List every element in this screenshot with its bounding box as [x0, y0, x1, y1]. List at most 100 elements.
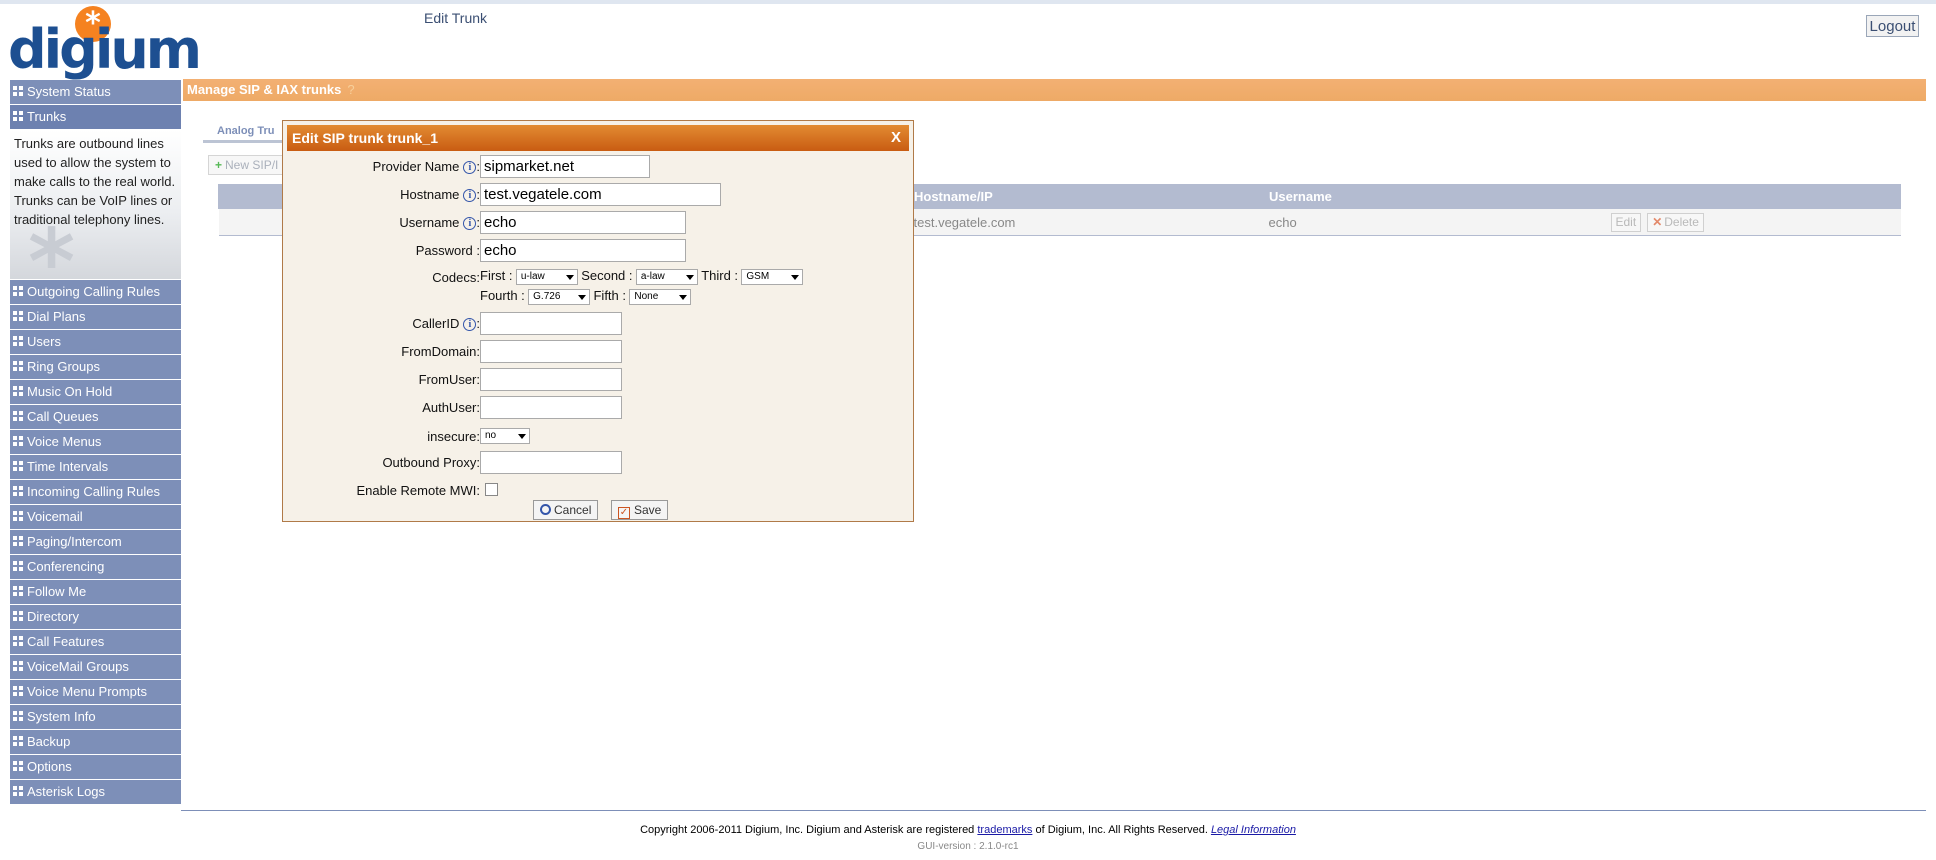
edit-sip-trunk-dialog: Edit SIP trunk trunk_1 X Provider Name i:…	[282, 120, 914, 522]
trademarks-link[interactable]: trademarks	[977, 824, 1032, 836]
logout-button[interactable]: Logout	[1866, 15, 1919, 37]
cancel-button[interactable]: Cancel	[533, 500, 599, 520]
sidebar-item-system-info[interactable]: System Info	[10, 705, 181, 730]
sidebar-item-voicemail-groups[interactable]: VoiceMail Groups	[10, 655, 181, 680]
sidebar-item-label: Options	[27, 759, 72, 774]
sidebar-item-label: Trunks	[27, 109, 67, 124]
sidebar-item-dial-plans[interactable]: Dial Plans	[10, 305, 181, 330]
fromuser-field[interactable]	[480, 368, 622, 391]
sidebar-item-label: Music On Hold	[27, 384, 113, 399]
insecure-select[interactable]: no	[480, 428, 530, 444]
authuser-label: AuthUser:	[422, 400, 480, 415]
edit-trunk-button[interactable]: Edit	[1610, 212, 1642, 232]
sidebar-item-system-status[interactable]: System Status	[10, 80, 181, 105]
grid-icon	[13, 461, 24, 472]
sidebar-item-label: VoiceMail Groups	[27, 659, 129, 674]
sidebar-item-outgoing-calling-rules[interactable]: Outgoing Calling Rules	[10, 280, 181, 305]
codec-second-value: a-law	[640, 270, 665, 282]
help-icon[interactable]: ?	[347, 82, 354, 97]
grid-icon	[13, 511, 24, 522]
tab-analog-trunks[interactable]: Analog Tru	[203, 122, 289, 143]
grid-icon	[13, 736, 24, 747]
provider-name-field[interactable]	[480, 155, 650, 178]
username-field[interactable]	[480, 211, 686, 234]
codec-fifth-value: None	[634, 290, 659, 302]
codec-second-select[interactable]: a-law	[635, 268, 698, 285]
enable-remote-mwi-checkbox[interactable]	[485, 483, 498, 496]
dialog-title-bar[interactable]: Edit SIP trunk trunk_1 X	[287, 125, 909, 151]
save-button[interactable]: ✓ Save	[611, 500, 669, 520]
callerid-field[interactable]	[480, 312, 622, 335]
copyright-text-2: of Digium, Inc. All Rights Reserved.	[1035, 824, 1208, 836]
password-row: Password :	[283, 239, 913, 263]
chevron-down-icon	[791, 274, 800, 280]
codec-fourth-select[interactable]: G.726	[528, 288, 591, 305]
trunk-tabs: Analog Tru	[203, 122, 289, 143]
sidebar-item-directory[interactable]: Directory	[10, 605, 181, 630]
grid-icon	[13, 786, 24, 797]
codec-fourth-label: Fourth :	[480, 288, 525, 303]
chevron-down-icon	[578, 294, 587, 300]
callerid-label: CallerID i:	[412, 316, 480, 331]
info-icon[interactable]: i	[463, 217, 477, 230]
hostname-field[interactable]	[480, 183, 721, 206]
sidebar-item-options[interactable]: Options	[10, 755, 181, 780]
codec-third-select[interactable]: GSM	[741, 268, 804, 285]
sidebar-item-backup[interactable]: Backup	[10, 730, 181, 755]
sidebar-item-ring-groups[interactable]: Ring Groups	[10, 355, 181, 380]
sidebar-item-follow-me[interactable]: Follow Me	[10, 580, 181, 605]
info-icon[interactable]: i	[463, 189, 477, 202]
sidebar-item-voicemail[interactable]: Voicemail	[10, 505, 181, 530]
grid-icon	[13, 311, 24, 322]
sidebar-item-label: Time Intervals	[27, 459, 109, 474]
delete-trunk-button[interactable]: ✕ Delete	[1647, 212, 1704, 232]
sidebar-item-conferencing[interactable]: Conferencing	[10, 555, 181, 580]
sidebar-item-label: Backup	[27, 734, 71, 749]
grid-icon	[13, 86, 24, 97]
new-sip-trunk-label: New SIP/I	[225, 158, 279, 172]
section-title: Manage SIP & IAX trunks	[187, 82, 342, 97]
codec-first-value: u-law	[520, 270, 545, 282]
info-icon[interactable]: i	[463, 318, 477, 331]
sidebar-item-time-intervals[interactable]: Time Intervals	[10, 455, 181, 480]
password-field[interactable]	[480, 239, 686, 262]
provider-name-label: Provider Name i:	[372, 159, 480, 174]
codec-fifth-select[interactable]: None	[629, 288, 692, 305]
delete-x-icon: ✕	[1652, 214, 1663, 229]
outbound-proxy-field[interactable]	[480, 451, 622, 474]
dialog-close-button[interactable]: X	[891, 125, 901, 151]
info-icon[interactable]: i	[463, 161, 477, 174]
sidebar-item-voice-menus[interactable]: Voice Menus	[10, 430, 181, 455]
sidebar-item-label: Users	[27, 334, 61, 349]
sidebar-description: * Trunks are outbound lines used to allo…	[10, 130, 181, 280]
sidebar-item-voice-menu-prompts[interactable]: Voice Menu Prompts	[10, 680, 181, 705]
password-label: Password :	[415, 243, 480, 258]
sidebar-item-trunks[interactable]: Trunks	[10, 105, 181, 130]
sidebar-item-music-on-hold[interactable]: Music On Hold	[10, 380, 181, 405]
sidebar-item-paging-intercom[interactable]: Paging/Intercom	[10, 530, 181, 555]
grid-icon	[13, 661, 24, 672]
codec-first-select[interactable]: u-law	[515, 268, 578, 285]
codecs-label: Codecs:	[432, 270, 480, 285]
sidebar-item-label: Call Queues	[27, 409, 99, 424]
grid-icon	[13, 711, 24, 722]
authuser-field[interactable]	[480, 396, 622, 419]
hostname-row: Hostname i:	[283, 183, 913, 207]
sidebar-item-asterisk-logs[interactable]: Asterisk Logs	[10, 780, 181, 805]
sidebar-item-users[interactable]: Users	[10, 330, 181, 355]
fromuser-row: FromUser:	[283, 368, 913, 392]
grid-icon	[13, 111, 24, 122]
codec-fourth-value: G.726	[533, 290, 561, 302]
sidebar-item-call-queues[interactable]: Call Queues	[10, 405, 181, 430]
codec-second-label: Second :	[581, 268, 633, 283]
sidebar-item-call-features[interactable]: Call Features	[10, 630, 181, 655]
fromdomain-field[interactable]	[480, 340, 622, 363]
new-sip-trunk-button[interactable]: + New SIP/I	[208, 155, 286, 175]
sidebar-item-incoming-calling-rules[interactable]: Incoming Calling Rules	[10, 480, 181, 505]
outbound-proxy-row: Outbound Proxy:	[283, 451, 913, 475]
username-row: Username i:	[283, 211, 913, 235]
grid-icon	[13, 686, 24, 697]
codecs-group-1: First : u-law Second : a-law Third : GSM	[480, 268, 804, 285]
legal-information-link[interactable]: Legal Information	[1211, 824, 1296, 836]
sidebar-item-label: Incoming Calling Rules	[27, 484, 160, 499]
